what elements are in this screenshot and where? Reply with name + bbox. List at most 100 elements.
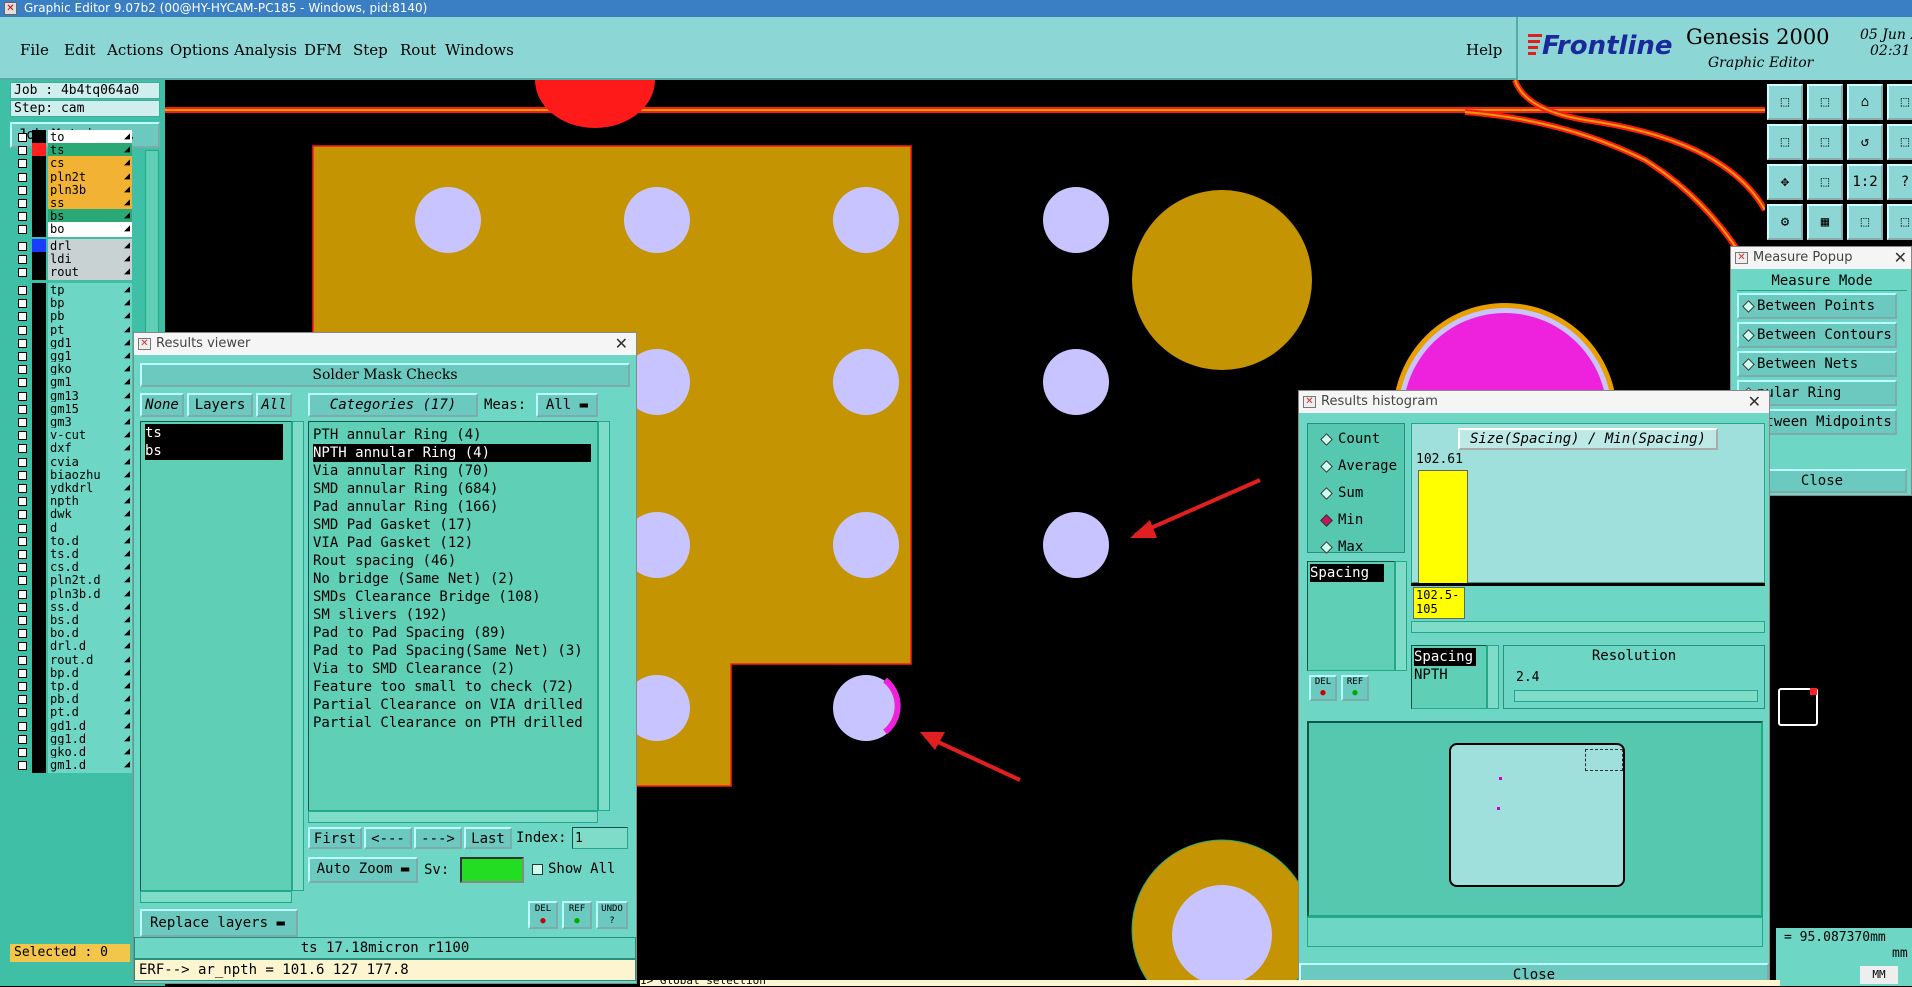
show-all-checkbox[interactable] bbox=[532, 864, 543, 875]
close-icon[interactable]: ✕ bbox=[1894, 247, 1907, 269]
next-button[interactable]: ---> bbox=[414, 827, 462, 849]
layer-checkbox[interactable] bbox=[18, 668, 27, 678]
category-item[interactable]: SMD annular Ring (684) bbox=[313, 480, 498, 498]
menu-file[interactable]: File bbox=[20, 41, 49, 59]
radio-sum[interactable]: Sum bbox=[1320, 484, 1363, 502]
layer-checkbox[interactable] bbox=[18, 708, 27, 718]
category-item[interactable]: Rout spacing (46) bbox=[313, 552, 456, 570]
sv-color-select[interactable] bbox=[460, 857, 524, 883]
layer-checkbox[interactable] bbox=[18, 431, 27, 441]
layer-checkbox[interactable] bbox=[18, 199, 27, 208]
layers-vscroll[interactable] bbox=[292, 421, 304, 891]
toolbar-button[interactable]: ⬚ bbox=[1887, 84, 1912, 120]
layer-checkbox[interactable] bbox=[18, 418, 27, 427]
category-item[interactable]: PTH annular Ring (4) bbox=[313, 426, 482, 444]
menu-actions[interactable]: Actions bbox=[107, 41, 163, 59]
layer-checkbox[interactable] bbox=[18, 576, 27, 586]
toolbar-button[interactable]: ⬚ bbox=[1807, 164, 1843, 200]
layers-hscroll[interactable] bbox=[140, 891, 292, 903]
categories-button[interactable]: Categories (17) bbox=[308, 393, 478, 417]
layer-row[interactable]: bo ◢ bbox=[14, 222, 132, 238]
menu-options[interactable]: Options bbox=[170, 41, 229, 59]
layer-checkbox[interactable] bbox=[18, 510, 27, 520]
radio-average[interactable]: Average bbox=[1320, 457, 1397, 475]
layer-checkbox[interactable] bbox=[18, 159, 27, 169]
layer-checkbox[interactable] bbox=[18, 616, 27, 625]
layer-checkbox[interactable] bbox=[18, 404, 27, 414]
hist-del-button[interactable]: DEL ● bbox=[1309, 675, 1337, 701]
undo-button[interactable]: UNDO? bbox=[596, 901, 628, 929]
layer-checkbox[interactable] bbox=[18, 312, 27, 322]
layer-checkbox[interactable] bbox=[18, 655, 27, 665]
category-item[interactable]: Pad annular Ring (166) bbox=[313, 498, 498, 516]
category-item[interactable]: VIA Pad Gasket (12) bbox=[313, 534, 473, 552]
prev-button[interactable]: <--- bbox=[364, 827, 412, 849]
toolbar-button[interactable]: ✥ bbox=[1767, 164, 1803, 200]
toolbar-button[interactable]: ⌂ bbox=[1847, 84, 1883, 120]
menu-dfm[interactable]: DFM bbox=[304, 41, 342, 59]
layer-checkbox[interactable] bbox=[18, 212, 27, 222]
layer-checkbox[interactable] bbox=[18, 748, 27, 757]
menu-windows[interactable]: Windows bbox=[445, 41, 514, 59]
layer-checkbox[interactable] bbox=[18, 642, 27, 652]
layer-item-bs[interactable]: bs bbox=[145, 442, 283, 460]
histogram-bar[interactable] bbox=[1418, 470, 1468, 584]
layer-item-ts[interactable]: ts bbox=[145, 424, 283, 442]
categories-listbox[interactable]: PTH annular Ring (4) NPTH annular Ring (4… bbox=[308, 421, 598, 811]
layer-row[interactable]: rout ◢ bbox=[14, 265, 132, 281]
toolbar-button[interactable]: 1:2 bbox=[1847, 164, 1883, 200]
layer-checkbox[interactable] bbox=[18, 682, 27, 691]
res-item-npth[interactable]: NPTH bbox=[1414, 666, 1448, 684]
layer-checkbox[interactable] bbox=[18, 470, 27, 480]
toolbar-button[interactable]: ▦ bbox=[1807, 204, 1843, 240]
layer-checkbox[interactable] bbox=[18, 378, 27, 388]
layer-checkbox[interactable] bbox=[18, 523, 27, 533]
all-button[interactable]: All bbox=[256, 393, 292, 417]
close-icon[interactable]: ✕ bbox=[1748, 391, 1761, 413]
replace-layers-select[interactable]: Replace layers ▬ bbox=[140, 909, 298, 937]
layers-listbox[interactable]: ts bs bbox=[140, 421, 292, 891]
layer-checkbox[interactable] bbox=[18, 365, 27, 375]
radio-max[interactable]: Max bbox=[1320, 538, 1363, 556]
none-button[interactable]: None bbox=[140, 393, 184, 417]
between-nets-button[interactable]: Between Nets bbox=[1737, 351, 1897, 377]
layer-checkbox[interactable] bbox=[18, 721, 27, 731]
layer-checkbox[interactable] bbox=[18, 268, 27, 278]
layer-checkbox[interactable] bbox=[18, 497, 27, 507]
res-item-spacing[interactable]: Spacing bbox=[1414, 648, 1476, 666]
between-points-button[interactable]: Between Points bbox=[1737, 293, 1897, 319]
last-button[interactable]: Last bbox=[464, 827, 512, 849]
resolution-listbox[interactable]: Spacing NPTH bbox=[1411, 645, 1487, 709]
radio-min[interactable]: Min bbox=[1320, 511, 1363, 529]
hist-ref-button[interactable]: REF ● bbox=[1341, 675, 1369, 701]
toolbar-button[interactable]: ⬚ bbox=[1887, 124, 1912, 160]
meas-select[interactable]: All ▬ bbox=[536, 393, 598, 417]
category-item[interactable]: NPTH annular Ring (4) bbox=[313, 444, 591, 462]
layer-checkbox[interactable] bbox=[18, 242, 27, 251]
menu-step[interactable]: Step bbox=[353, 41, 388, 59]
category-item[interactable]: Partial Clearance on PTH drilled bbox=[313, 714, 583, 732]
toolbar-button[interactable]: ⬚ bbox=[1847, 204, 1883, 240]
toolbar-button[interactable]: ⬚ bbox=[1887, 204, 1912, 240]
layer-checkbox[interactable] bbox=[18, 550, 27, 559]
histogram-list-vscroll[interactable] bbox=[1395, 561, 1407, 671]
layer-checkbox[interactable] bbox=[18, 484, 27, 493]
layer-checkbox[interactable] bbox=[18, 536, 27, 546]
category-item[interactable]: Pad to Pad Spacing(Same Net) (3) bbox=[313, 642, 583, 660]
menu-rout[interactable]: Rout bbox=[400, 41, 436, 59]
menu-analysis[interactable]: Analysis bbox=[234, 41, 297, 59]
category-item[interactable]: No bridge (Same Net) (2) bbox=[313, 570, 515, 588]
menu-edit[interactable]: Edit bbox=[64, 41, 95, 59]
layer-checkbox[interactable] bbox=[18, 255, 27, 265]
category-item[interactable]: Pad to Pad Spacing (89) bbox=[313, 624, 507, 642]
layer-checkbox[interactable] bbox=[18, 352, 27, 361]
histogram-listbox[interactable]: Spacing bbox=[1307, 561, 1395, 671]
layer-checkbox[interactable] bbox=[18, 589, 27, 599]
auto-zoom-select[interactable]: Auto Zoom ▬ bbox=[308, 857, 418, 883]
category-item[interactable]: Via to SMD Clearance (2) bbox=[313, 660, 515, 678]
category-item[interactable]: SMDs Clearance Bridge (108) bbox=[313, 588, 541, 606]
layer-checkbox[interactable] bbox=[18, 225, 27, 235]
layer-row[interactable]: gm1.d ◢ bbox=[14, 758, 132, 774]
layers-button[interactable]: Layers bbox=[187, 393, 253, 417]
histogram-hscroll[interactable] bbox=[1411, 621, 1765, 633]
